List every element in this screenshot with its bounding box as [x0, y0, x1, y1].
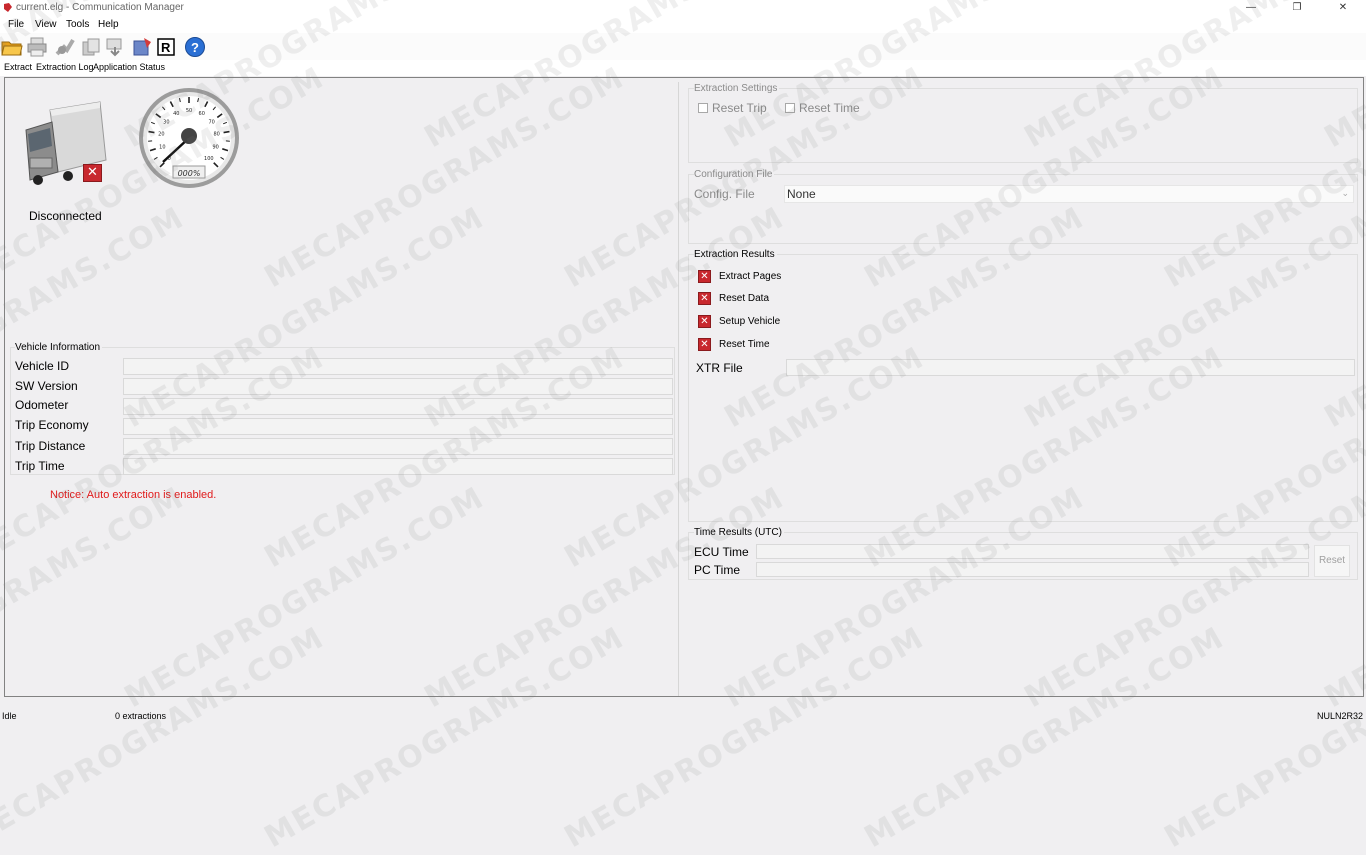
config-file-select[interactable]: None ⌄	[784, 185, 1354, 203]
chevron-down-icon: ⌄	[1341, 188, 1349, 199]
gauge-tick-label: 70	[208, 120, 214, 126]
reset-time-result-label: Reset Time	[719, 339, 770, 350]
gauge-tick-label: 10	[159, 145, 165, 151]
svg-text:?: ?	[191, 40, 199, 55]
gauge-tick-label: 90	[212, 145, 218, 151]
gauge-tick-label: 20	[158, 132, 164, 138]
trip-economy-field[interactable]	[123, 418, 673, 435]
status-extractions: 0 extractions	[115, 711, 166, 721]
extraction-results-title: Extraction Results	[694, 249, 777, 260]
open-folder-icon[interactable]	[1, 36, 23, 58]
menu-help[interactable]: Help	[98, 19, 119, 30]
trip-time-field[interactable]	[123, 458, 673, 475]
tab-extraction-log[interactable]: Extraction Log	[36, 62, 94, 72]
menu-tools[interactable]: Tools	[66, 19, 89, 30]
sw-version-field[interactable]	[123, 378, 673, 395]
transfer-icon[interactable]	[105, 36, 127, 58]
vehicle-id-field[interactable]	[123, 358, 673, 375]
config-file-value: None	[787, 187, 816, 201]
tab-application-status[interactable]: Application Status	[93, 62, 165, 72]
ecu-time-field[interactable]	[756, 544, 1309, 559]
config-file-title: Configuration File	[694, 169, 774, 180]
trip-time-label: Trip Time	[15, 459, 65, 473]
gauge-tick-label: 100	[204, 156, 214, 162]
panel-divider	[678, 82, 679, 696]
connect-icon[interactable]	[54, 36, 76, 58]
vehicle-id-label: Vehicle ID	[15, 359, 69, 373]
reset-time-status-icon: ✕	[698, 338, 711, 351]
trip-distance-field[interactable]	[123, 438, 673, 455]
pc-time-field[interactable]	[756, 562, 1309, 577]
menu-file[interactable]: File	[8, 19, 24, 30]
app-icon	[3, 2, 13, 13]
time-results-title: Time Results (UTC)	[694, 527, 784, 538]
xtr-file-field[interactable]	[786, 359, 1355, 376]
tab-extract[interactable]: Extract	[4, 62, 32, 72]
gauge-tick-label: 80	[213, 132, 219, 138]
auto-extraction-notice: Notice: Auto extraction is enabled.	[50, 489, 216, 501]
gauge-tick-label: 30	[163, 120, 169, 126]
print-icon[interactable]	[26, 36, 48, 58]
config-file-label: Config. File	[694, 187, 755, 201]
toolbar: R ?	[0, 33, 1366, 60]
menu-view[interactable]: View	[35, 19, 57, 30]
maximize-button[interactable]: ❐	[1274, 0, 1320, 16]
sw-version-label: SW Version	[15, 379, 78, 393]
r-logo-icon[interactable]: R	[156, 36, 178, 58]
reset-data-status-icon: ✕	[698, 292, 711, 305]
gauge-tick-label: 40	[173, 111, 179, 117]
status-id: NULN2R32	[1317, 711, 1363, 721]
disconnected-x-icon: ✕	[83, 164, 102, 182]
reset-button[interactable]: Reset	[1314, 545, 1350, 577]
connection-status: Disconnected	[29, 209, 102, 223]
reset-trip-label: Reset Trip	[712, 101, 767, 115]
setup-vehicle-status-icon: ✕	[698, 315, 711, 328]
odometer-field[interactable]	[123, 398, 673, 415]
copy-icon[interactable]	[80, 36, 102, 58]
svg-text:R: R	[161, 40, 171, 55]
minimize-button[interactable]: —	[1228, 0, 1274, 16]
reset-trip-checkbox[interactable]	[698, 103, 708, 113]
gauge-tick	[224, 132, 230, 133]
status-bar: Idle 0 extractions NULN2R32	[0, 707, 1366, 723]
trip-distance-label: Trip Distance	[15, 439, 85, 453]
status-state: Idle	[2, 711, 17, 721]
menu-bar: File View Tools Help	[0, 17, 1366, 33]
xtr-file-label: XTR File	[696, 361, 743, 375]
extraction-results-group	[688, 254, 1358, 522]
reset-data-label: Reset Data	[719, 293, 769, 304]
gauge-tick-label: 60	[199, 111, 205, 117]
vehicle-info-title: Vehicle Information	[15, 342, 102, 353]
reset-time-checkbox[interactable]	[785, 103, 795, 113]
setup-vehicle-label: Setup Vehicle	[719, 316, 780, 327]
gauge-tick-label: 50	[186, 108, 192, 114]
help-icon[interactable]: ?	[184, 36, 206, 58]
close-button[interactable]: ✕	[1320, 0, 1366, 16]
reset-time-label: Reset Time	[799, 101, 860, 115]
extract-pages-label: Extract Pages	[719, 271, 781, 282]
tab-bar: Extract Extraction Log Application Statu…	[0, 60, 1366, 76]
ecu-time-label: ECU Time	[694, 545, 749, 559]
window-title: current.elg - Communication Manager	[16, 2, 184, 13]
extract-pages-status-icon: ✕	[698, 270, 711, 283]
progress-gauge: 0102030405060708090100 000%	[137, 86, 241, 190]
extraction-settings-group	[688, 88, 1358, 163]
gauge-readout: 000%	[178, 169, 201, 178]
odometer-label: Odometer	[15, 398, 68, 412]
database-icon[interactable]	[131, 36, 153, 58]
gauge-tick	[149, 132, 155, 133]
title-bar: current.elg - Communication Manager — ❐ …	[0, 0, 1366, 17]
extraction-settings-title: Extraction Settings	[694, 83, 779, 94]
pc-time-label: PC Time	[694, 563, 740, 577]
trip-economy-label: Trip Economy	[15, 418, 89, 432]
